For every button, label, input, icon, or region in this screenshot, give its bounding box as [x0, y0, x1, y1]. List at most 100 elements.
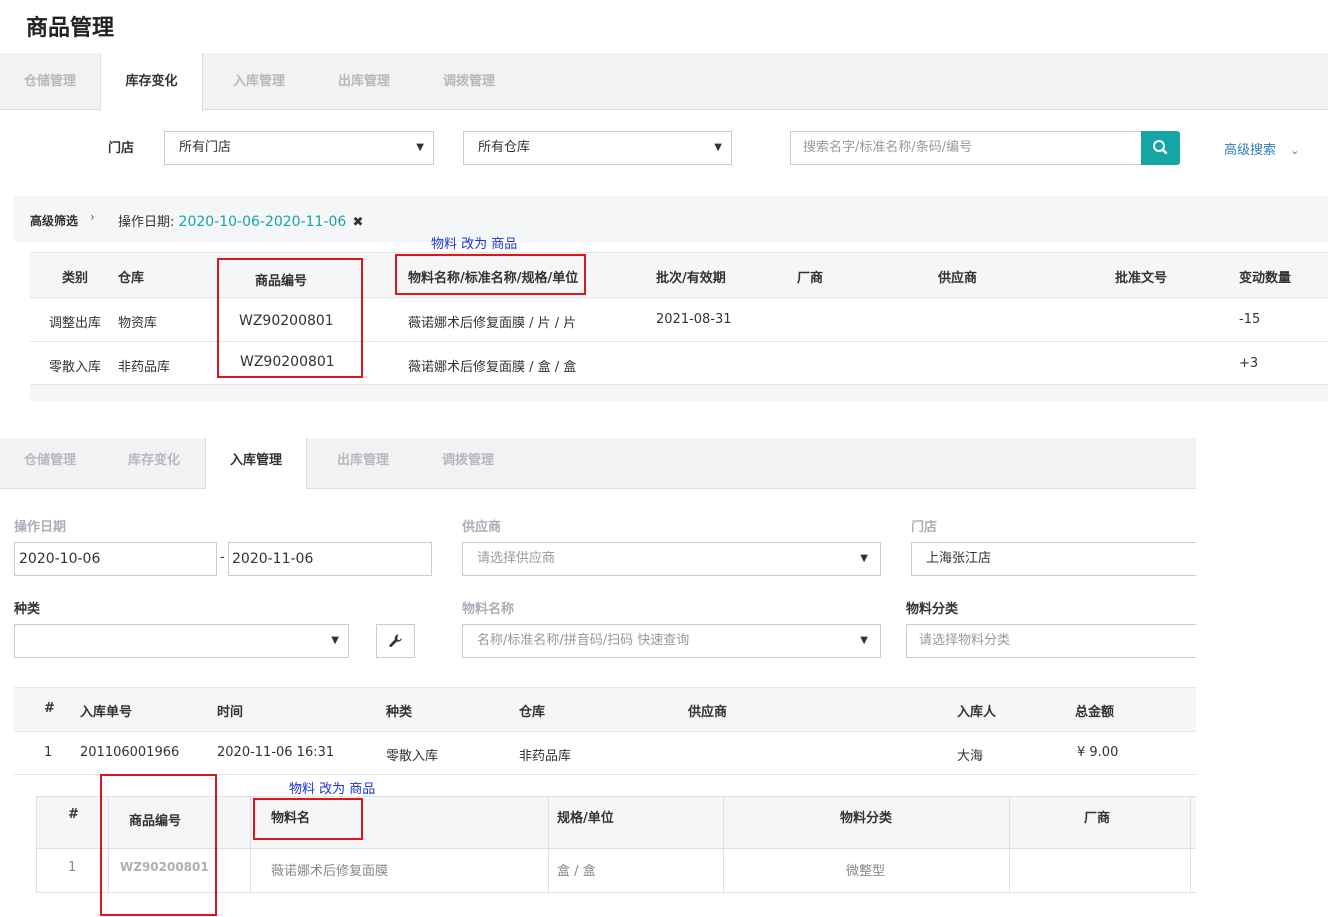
inbound-row-amount: ¥ 9.00: [1077, 745, 1119, 760]
detail-row-index: 1: [68, 860, 77, 875]
caret-down-icon: ▼: [860, 635, 868, 646]
caret-down-icon: ▼: [416, 142, 424, 153]
category-placeholder: 请选择物料分类: [919, 633, 1011, 648]
double-chevron-down-icon: ⌄: [1290, 144, 1300, 157]
filter-chip-value: 2020-10-06-2020-11-06: [178, 214, 347, 230]
tab-transfer[interactable]: 调拨管理: [417, 438, 519, 484]
store-label-2: 门店: [911, 520, 938, 535]
detail-col-material-category: 物料分类: [840, 811, 893, 826]
caret-down-icon: ▼: [714, 142, 722, 153]
material-name-label: 物料名称: [462, 602, 515, 617]
supplier-label: 供应商: [462, 520, 502, 535]
highlight-box-material-name: [395, 254, 586, 295]
highlight-box-product-code-2: [100, 774, 217, 916]
highlight-box-material-name-2: [253, 798, 363, 840]
top-tab-bar: 仓储管理 库存变化 入库管理 出库管理 调拨管理: [0, 53, 1328, 111]
tab-storage[interactable]: 仓储管理: [0, 53, 100, 110]
store-select-2[interactable]: 上海张江店: [911, 542, 1196, 576]
col-kind: 种类: [386, 705, 413, 720]
detail-col-manufacturer: 厂商: [1084, 811, 1111, 826]
category-label: 物料分类: [906, 602, 959, 617]
row1-change-qty: -15: [1239, 312, 1261, 327]
search-icon: [1153, 140, 1168, 155]
search-placeholder: 搜索名字/标准名称/条码/编号: [803, 140, 973, 155]
search-button[interactable]: [1141, 131, 1180, 165]
store-select-value: 所有门店: [179, 140, 232, 155]
col-divider: [250, 797, 251, 892]
annotation-note-2: 物料 改为 商品: [289, 782, 376, 797]
category-input[interactable]: 请选择物料分类: [906, 624, 1196, 658]
store-select-value-2: 上海张江店: [926, 551, 992, 566]
tab-inbound[interactable]: 入库管理: [205, 438, 307, 489]
kind-label: 种类: [14, 602, 41, 617]
inbound-table-header: [14, 687, 1196, 732]
row2-change-qty: +3: [1239, 356, 1259, 371]
detail-row-material-name: 薇诺娜术后修复面膜: [271, 864, 389, 879]
advanced-search-link[interactable]: 高级搜索 ⌄: [1224, 139, 1299, 158]
row2-category: 零散入库: [49, 360, 102, 375]
tab-inbound[interactable]: 入库管理: [208, 53, 310, 110]
col-manufacturer: 厂商: [797, 271, 824, 286]
row2-warehouse: 非药品库: [118, 360, 171, 375]
col-supplier: 供应商: [938, 271, 978, 286]
row1-material-name: 薇诺娜术后修复面膜 / 片 / 片: [408, 316, 577, 331]
inbound-row-kind: 零散入库: [386, 749, 439, 764]
detail-row-spec-unit: 盒 / 盒: [557, 864, 596, 879]
detail-col-index: #: [68, 807, 79, 822]
warehouse-select[interactable]: 所有仓库 ▼: [463, 131, 732, 165]
inbound-row-no[interactable]: 201106001966: [80, 745, 179, 760]
table-scrollbar[interactable]: [30, 384, 1328, 401]
date-separator: -: [220, 550, 225, 565]
advanced-search-label: 高级搜索: [1224, 143, 1277, 158]
inbound-row-time: 2020-11-06 16:31: [217, 745, 335, 760]
col-time: 时间: [217, 705, 244, 720]
date-to-input[interactable]: 2020-11-06: [228, 542, 432, 576]
row2-material-name: 薇诺娜术后修复面膜 / 盒 / 盒: [408, 360, 577, 375]
col-change-qty: 变动数量: [1239, 271, 1292, 286]
inbound-row-index: 1: [44, 745, 53, 760]
col-index: #: [44, 701, 55, 716]
highlight-box-product-code: [217, 258, 363, 378]
page-title: 商品管理: [26, 16, 115, 41]
tab-inventory-change[interactable]: 库存变化: [100, 53, 203, 111]
col-divider: [723, 797, 724, 892]
tab-outbound[interactable]: 出库管理: [312, 438, 414, 484]
col-divider: [1009, 797, 1010, 892]
date-from-input[interactable]: 2020-10-06: [14, 542, 217, 576]
inbound-row-person: 大海: [957, 749, 984, 764]
date-label: 操作日期: [14, 520, 67, 535]
wrench-icon: [388, 634, 402, 647]
settings-button[interactable]: [376, 624, 415, 658]
warehouse-select-value: 所有仓库: [478, 140, 531, 155]
material-name-select[interactable]: 名称/标准名称/拼音码/扫码 快速查询 ▼: [462, 624, 881, 658]
col-inbound-no: 入库单号: [80, 705, 133, 720]
filter-chip-key: 操作日期:: [118, 215, 175, 230]
annotation-note: 物料 改为 商品: [431, 237, 518, 252]
row1-category: 调整出库: [49, 316, 102, 331]
search-input[interactable]: 搜索名字/标准名称/条码/编号: [790, 131, 1142, 165]
kind-select[interactable]: ▼: [14, 624, 349, 658]
chevron-right-icon: ›: [90, 210, 95, 224]
col-divider: [548, 797, 549, 892]
row1-warehouse: 物资库: [118, 316, 158, 331]
col-inbound-person: 入库人: [957, 705, 997, 720]
tab-transfer[interactable]: 调拨管理: [418, 53, 520, 110]
inbound-row-warehouse: 非药品库: [519, 749, 572, 764]
detail-row-material-category: 微整型: [846, 864, 886, 879]
tab-outbound[interactable]: 出库管理: [313, 53, 415, 110]
col-total-amount: 总金额: [1075, 705, 1115, 720]
supplier-placeholder: 请选择供应商: [477, 551, 556, 566]
tab-inventory-change[interactable]: 库存变化: [103, 438, 205, 484]
col-divider: [1190, 797, 1191, 892]
advanced-filter-label: 高级筛选: [30, 214, 79, 228]
store-label: 门店: [108, 141, 135, 156]
store-select[interactable]: 所有门店 ▼: [164, 131, 434, 165]
row1-batch: 2021-08-31: [656, 312, 732, 327]
date-to-value: 2020-11-06: [232, 551, 314, 567]
col-supplier-2: 供应商: [688, 705, 728, 720]
filter-chip-date[interactable]: 操作日期: 2020-10-06-2020-11-06 ✖: [118, 211, 363, 230]
supplier-select[interactable]: 请选择供应商 ▼: [462, 542, 881, 576]
close-icon[interactable]: ✖: [352, 215, 363, 230]
detail-col-spec-unit: 规格/单位: [557, 811, 614, 826]
tab-storage[interactable]: 仓储管理: [0, 438, 100, 484]
